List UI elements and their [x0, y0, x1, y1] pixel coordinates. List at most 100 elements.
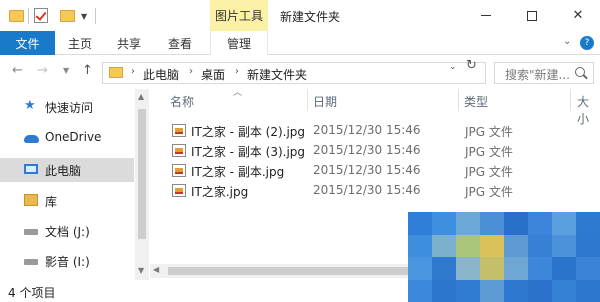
- help-icon[interactable]: ?: [580, 36, 594, 50]
- tab-home[interactable]: 主页: [63, 31, 97, 55]
- drive-icon: [24, 259, 38, 265]
- quick-access-folder-icon[interactable]: [9, 10, 24, 22]
- close-icon: ✕: [572, 8, 584, 23]
- nav-item-label: 库: [45, 195, 58, 209]
- file-type: JPG 文件: [465, 145, 513, 159]
- nav-item-libraries[interactable]: 库: [0, 189, 134, 213]
- mosaic-tile: [456, 212, 480, 235]
- minimize-button[interactable]: [463, 0, 509, 31]
- file-name: IT之家.jpg: [191, 185, 249, 199]
- file-list-horizontal-scrollbar[interactable]: ◀ ▶: [150, 264, 440, 278]
- drive-icon: [24, 229, 38, 235]
- mosaic-tile: [480, 257, 504, 280]
- mosaic-tile: [552, 212, 576, 235]
- jpg-file-icon: [172, 164, 186, 177]
- mosaic-tile: [456, 257, 480, 280]
- title-bar: ▼ 图片工具 新建文件夹 ✕: [0, 0, 600, 31]
- tab-file[interactable]: 文件: [0, 31, 55, 55]
- column-divider[interactable]: [307, 89, 308, 111]
- search-input[interactable]: 搜索"新建...: [494, 62, 594, 84]
- nav-item-label: 文档 (J:): [45, 225, 90, 239]
- address-history-chevron-icon[interactable]: ⌄: [449, 62, 457, 72]
- file-date: 2015/12/30 15:46: [313, 143, 421, 157]
- file-date: 2015/12/30 15:46: [313, 123, 421, 137]
- mosaic-tile: [528, 279, 552, 302]
- address-bar[interactable]: › 此电脑 › 桌面 › 新建文件夹: [102, 62, 486, 84]
- mosaic-tile: [552, 257, 576, 280]
- scroll-left-arrow-icon[interactable]: ◀: [153, 265, 159, 274]
- mosaic-tile: [528, 212, 552, 235]
- file-name: IT之家 - 副本 (3).jpg: [191, 145, 306, 159]
- mosaic-tile: [408, 279, 432, 302]
- breadcrumb-desktop[interactable]: 桌面: [201, 66, 225, 83]
- file-name: IT之家 - 副本.jpg: [191, 165, 285, 179]
- nav-item-drive-i[interactable]: 影音 (I:): [0, 249, 134, 273]
- nav-item-label: 快速访问: [45, 101, 94, 115]
- up-arrow-icon[interactable]: ↑: [82, 63, 93, 78]
- breadcrumb-new-folder[interactable]: 新建文件夹: [247, 66, 307, 83]
- mosaic-tile: [552, 234, 576, 257]
- nav-item-label: 此电脑: [45, 164, 82, 178]
- ribbon-tabs: 文件 主页 共享 查看 管理 ⌄ ?: [0, 31, 600, 55]
- tab-manage[interactable]: 管理: [210, 31, 268, 55]
- column-header-name[interactable]: 名称: [170, 93, 194, 110]
- maximize-button[interactable]: [509, 0, 555, 31]
- properties-icon[interactable]: [34, 8, 48, 23]
- mosaic-tile: [552, 279, 576, 302]
- folder-icon: [109, 67, 123, 78]
- breadcrumb-separator[interactable]: ›: [131, 66, 135, 77]
- expand-ribbon-chevron-icon[interactable]: ⌄: [563, 36, 571, 47]
- scrollbar-thumb[interactable]: [168, 267, 418, 275]
- mosaic-tile: [432, 212, 456, 235]
- navigation-pane: ★ 快速访问 OneDrive 此电脑 库 文档 (J:) 影音 (I:): [0, 89, 150, 280]
- refresh-icon[interactable]: ↻: [466, 58, 477, 73]
- mosaic-tile: [432, 257, 456, 280]
- mosaic-tile: [456, 279, 480, 302]
- mosaic-tile: [408, 212, 432, 235]
- quick-access-separator: [95, 8, 96, 24]
- cloud-icon: [24, 135, 39, 143]
- tab-share[interactable]: 共享: [112, 31, 146, 55]
- file-name: IT之家 - 副本 (2).jpg: [191, 125, 306, 139]
- mosaic-tile: [576, 212, 600, 235]
- search-icon[interactable]: [575, 67, 585, 77]
- file-row[interactable]: IT之家.jpg 2015/12/30 15:46 JPG 文件: [168, 181, 588, 201]
- breadcrumb-separator[interactable]: ›: [235, 66, 239, 77]
- back-arrow-icon[interactable]: ←: [12, 63, 23, 78]
- scroll-down-arrow-icon[interactable]: ▼: [138, 266, 144, 275]
- new-folder-icon[interactable]: [60, 10, 75, 22]
- column-divider[interactable]: [458, 89, 459, 111]
- scrollbar-thumb[interactable]: [138, 109, 146, 239]
- jpg-file-icon: [172, 184, 186, 197]
- file-type: JPG 文件: [465, 165, 513, 179]
- mosaic-tile: [576, 279, 600, 302]
- nav-item-label: OneDrive: [45, 130, 102, 144]
- column-header-type[interactable]: 类型: [464, 93, 488, 110]
- file-date: 2015/12/30 15:46: [313, 163, 421, 177]
- breadcrumb-separator[interactable]: ›: [189, 66, 193, 77]
- file-row[interactable]: IT之家 - 副本 (3).jpg 2015/12/30 15:46 JPG 文…: [168, 141, 588, 161]
- column-header-date[interactable]: 日期: [313, 93, 337, 110]
- mosaic-tile: [576, 257, 600, 280]
- close-button[interactable]: ✕: [555, 0, 600, 31]
- sort-ascending-icon: ︿: [233, 89, 243, 98]
- computer-icon: [24, 164, 38, 174]
- customize-toolbar-chevron-icon[interactable]: ▼: [81, 12, 87, 29]
- nav-item-onedrive[interactable]: OneDrive: [0, 126, 134, 150]
- nav-item-quick-access[interactable]: ★ 快速访问: [0, 95, 134, 119]
- mosaic-tile: [480, 212, 504, 235]
- file-row[interactable]: IT之家 - 副本.jpg 2015/12/30 15:46 JPG 文件: [168, 161, 588, 181]
- column-divider[interactable]: [570, 89, 571, 111]
- mosaic-tile: [480, 279, 504, 302]
- forward-arrow-icon[interactable]: →: [37, 63, 48, 78]
- quick-access-separator: [28, 8, 29, 24]
- recent-locations-chevron-icon[interactable]: ▼: [63, 66, 69, 75]
- nav-item-drive-j[interactable]: 文档 (J:): [0, 219, 134, 243]
- mosaic-tile: [408, 257, 432, 280]
- scroll-up-arrow-icon[interactable]: ▲: [138, 92, 144, 101]
- tab-view[interactable]: 查看: [163, 31, 197, 55]
- file-row[interactable]: IT之家 - 副本 (2).jpg 2015/12/30 15:46 JPG 文…: [168, 121, 588, 141]
- nav-pane-scrollbar[interactable]: ▲ ▼: [135, 89, 149, 280]
- nav-item-this-pc[interactable]: 此电脑: [0, 158, 134, 182]
- breadcrumb-this-pc[interactable]: 此电脑: [143, 66, 179, 83]
